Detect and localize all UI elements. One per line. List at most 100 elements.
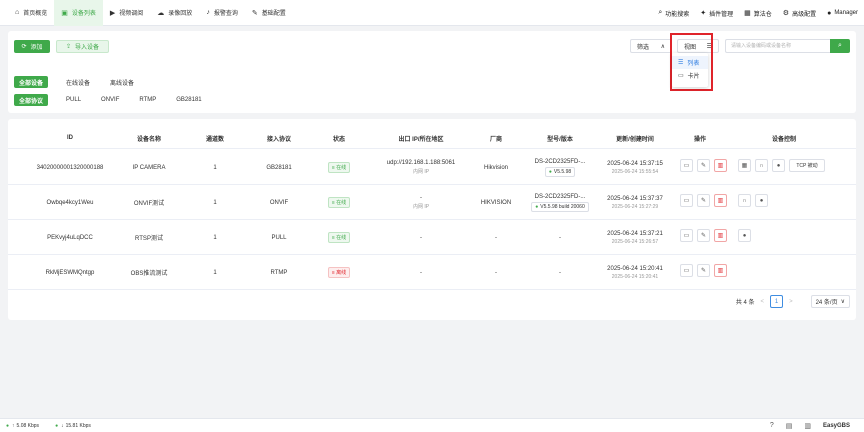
user-icon: ● (827, 9, 832, 17)
file-icon[interactable]: ▥ (804, 422, 811, 430)
nav-item-label: 报警查询 (213, 11, 238, 17)
headset-icon: ∩ (759, 162, 764, 169)
status-text: 在线 (336, 200, 347, 206)
delete-button[interactable]: ▥ (714, 159, 727, 172)
view-option-list[interactable]: ☰ 列表 (672, 56, 708, 69)
filter-select[interactable]: 筛选 ∧ (630, 39, 672, 53)
header-action-3[interactable]: ▦ 算法仓 (744, 9, 772, 18)
delete-button[interactable]: ▥ (714, 264, 727, 277)
headset-button[interactable]: ∩ (755, 159, 768, 172)
model: - (559, 234, 561, 241)
trash-icon: ▥ (717, 163, 724, 169)
search-button[interactable]: ⌕ (830, 39, 850, 53)
device-name: ONVIF测试 (133, 201, 165, 207)
row-operations: ▭ ✎ ▥ (680, 194, 731, 207)
headset-button[interactable]: ∩ (738, 194, 751, 207)
brand-name: EasyGBS (822, 422, 850, 429)
status-dot-icon: ● (6, 422, 10, 429)
nav-item-label: 设备列表 (71, 11, 96, 17)
edit-button[interactable]: ✎ (697, 264, 710, 277)
user-button[interactable]: ● (755, 194, 768, 207)
status-badge: ≡ 离线 (327, 267, 351, 278)
filter-label: 筛选 (637, 44, 650, 51)
channel-count: 1 (213, 234, 217, 241)
delete-button[interactable]: ▥ (714, 229, 727, 242)
check-icon: ● (548, 168, 552, 175)
updated-time: 2025-06-24 15:37:21 (607, 230, 663, 237)
model: DS-2CD2325FD-... (534, 193, 586, 200)
delete-button[interactable]: ▥ (714, 194, 727, 207)
status-text: 在线 (336, 165, 347, 171)
edit-button[interactable]: ✎ (697, 194, 710, 207)
protocol-filter-chip[interactable]: PULL (61, 94, 86, 106)
document-icon[interactable]: ▤ (786, 422, 793, 430)
header-action-1[interactable]: ⌕ 功能搜索 (658, 9, 689, 18)
header-action-2[interactable]: ✦ 插件管理 (700, 9, 733, 18)
status-text: 在线 (336, 235, 347, 241)
user-button[interactable]: ● (772, 159, 785, 172)
protocol: GB28181 (266, 164, 292, 171)
prev-page-button[interactable]: < (761, 299, 765, 305)
header-action-4[interactable]: ⚙ 高级配置 (783, 9, 816, 18)
page-number[interactable]: 1 (770, 295, 784, 308)
trash-icon: ▥ (717, 233, 724, 239)
nav-item-5[interactable]: ♪ 报警查询 (199, 0, 245, 26)
top-nav: ⌂ 首页概览 ▣ 设备列表 ▶ 视频调阅 ☁ 录像回放 ♪ 报警查询 ✎ 基础配置 ⌕ 功能搜索 ✦ 插件管… (0, 0, 864, 26)
status-filter-chip[interactable]: 在线设备 (61, 76, 95, 88)
import-device-button[interactable]: ⇪ 导入设备 (56, 40, 109, 53)
device-name: RTSP测试 (135, 236, 163, 242)
search-input[interactable] (725, 39, 831, 53)
folder-button[interactable]: ▭ (680, 194, 693, 207)
help-icon[interactable]: ? (770, 422, 774, 429)
ip-address: - (420, 195, 422, 201)
protocol-filter-chip[interactable]: ONVIF (96, 94, 124, 106)
protocol-filter-chip[interactable]: GB28181 (171, 94, 206, 106)
folder-button[interactable]: ▭ (680, 229, 693, 242)
transport-mode-button[interactable]: TCP 被动 (789, 159, 825, 172)
search-icon: ⌕ (658, 9, 663, 16)
status-filter-chip[interactable]: 离线设备 (105, 76, 139, 88)
column-header: 出口 IP/所在地区 (398, 136, 444, 143)
created-time: 2025-06-24 15:27:29 (611, 203, 659, 210)
next-page-button[interactable]: > (789, 299, 793, 305)
nav-item-3[interactable]: ▶ 视频调阅 (103, 0, 150, 26)
table-row: Owbqe4kcy1Weu ONVIF测试 1 ONVIF ≡ 在线 - 内网 IP HIKV… (8, 185, 856, 220)
upload-rate: ● ↑ 5.08 Kbps (6, 423, 47, 429)
user-button[interactable]: ● (738, 229, 751, 242)
edit-button[interactable]: ✎ (697, 159, 710, 172)
toolbar-card: ⟳ 添加 ⇪ 导入设备 筛选 ∧ 视图 ☰ ⌕ 全部设备在线设备离线设备 全部协… (8, 31, 856, 113)
nav-item-6[interactable]: ✎ 基础配置 (245, 0, 293, 26)
column-header: ID (67, 135, 73, 141)
qr-button[interactable]: ▦ (738, 159, 751, 172)
arrow-up-icon: ↑ (12, 422, 15, 429)
protocol: PULL (271, 234, 287, 241)
page-size-label: 24 条/页 (815, 300, 838, 306)
status-filter-chip[interactable]: 全部设备 (14, 76, 49, 88)
view-option-card[interactable]: ▭ 卡片 (672, 69, 708, 82)
folder-button[interactable]: ▭ (680, 159, 693, 172)
protocol: RTMP (270, 269, 288, 276)
page-size-select[interactable]: 24 条/页 ∨ (810, 295, 850, 308)
folder-button[interactable]: ▭ (680, 264, 693, 277)
updated-time: 2025-06-24 15:37:37 (607, 195, 663, 202)
status-badge: ≡ 在线 (327, 197, 351, 208)
add-device-button[interactable]: ⟳ 添加 (14, 40, 50, 53)
protocol-filter-chip[interactable]: 全部协议 (14, 94, 49, 106)
model: DS-2CD2325FD-... (534, 158, 586, 165)
edit-button[interactable]: ✎ (697, 229, 710, 242)
cell-protocol: ONVIF (250, 185, 308, 220)
pagination: 共 4 条 < 1 > 24 条/页 ∨ (736, 295, 850, 308)
header-action-label: 高级配置 (792, 11, 817, 18)
nav-item-4[interactable]: ☁ 录像回放 (150, 0, 199, 26)
view-option-label: 卡片 (687, 74, 700, 80)
table-row: 34020000001320000188 IP CAMERA 1 GB28181 ≡ 在… (8, 150, 856, 185)
cell-channels: 1 (180, 255, 250, 290)
header-action-5[interactable]: ● Manager (827, 10, 858, 17)
protocol-filter-chip[interactable]: RTMP (134, 94, 161, 106)
nav-item-1[interactable]: ⌂ 首页概览 (8, 0, 54, 26)
cell-name: RTSP测试 (118, 220, 180, 255)
qr-icon: ▦ (741, 163, 748, 169)
cell-name: OBS推流测试 (118, 255, 180, 290)
play-icon: ▶ (109, 9, 116, 17)
nav-item-2[interactable]: ▣ 设备列表 (54, 0, 103, 26)
